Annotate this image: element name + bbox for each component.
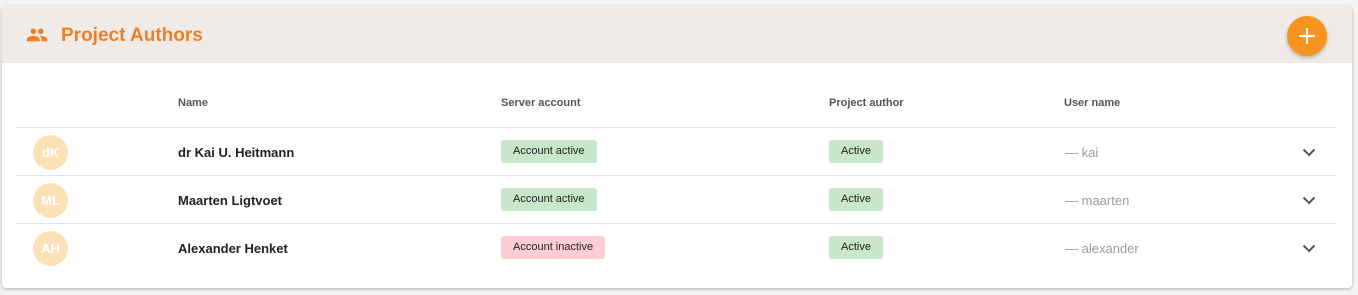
server-account-badge: Account inactive [501, 236, 606, 259]
table-row[interactable]: AH Alexander Henket Account inactive Act… [17, 224, 1335, 271]
plus-icon [1298, 27, 1316, 45]
server-account-badge: Account active [501, 188, 597, 211]
card-header: Project Authors [2, 6, 1352, 63]
add-author-button[interactable] [1287, 16, 1327, 56]
server-account-badge: Account active [501, 140, 597, 163]
user-name: — kai [1065, 145, 1099, 160]
table-row[interactable]: dK dr Kai U. Heitmann Account active Act… [17, 128, 1335, 175]
project-author-badge: Active [829, 188, 883, 211]
page-title: Project Authors [61, 25, 203, 46]
column-header-user-name: User name [1064, 97, 1121, 109]
table-row[interactable]: ML Maarten Ligtvoet Account active Activ… [17, 176, 1335, 223]
avatar: ML [33, 183, 68, 218]
chevron-down-icon[interactable] [1299, 190, 1319, 210]
project-author-badge: Active [829, 236, 883, 259]
column-header-name: Name [178, 97, 208, 109]
project-author-badge: Active [829, 140, 883, 163]
author-name: Maarten Ligtvoet [178, 193, 283, 208]
people-icon [26, 28, 48, 42]
chevron-down-icon[interactable] [1299, 142, 1319, 162]
column-header-server-account: Server account [501, 97, 581, 109]
author-name: dr Kai U. Heitmann [178, 145, 295, 160]
user-name: — maarten [1065, 193, 1130, 208]
avatar: AH [33, 231, 68, 266]
chevron-down-icon[interactable] [1299, 238, 1319, 258]
user-name: — alexander [1065, 241, 1139, 256]
column-header-project-author: Project author [829, 97, 904, 109]
author-name: Alexander Henket [178, 241, 288, 256]
project-authors-card: Project Authors Name Server account Proj… [2, 6, 1352, 288]
avatar: dK [33, 135, 68, 170]
